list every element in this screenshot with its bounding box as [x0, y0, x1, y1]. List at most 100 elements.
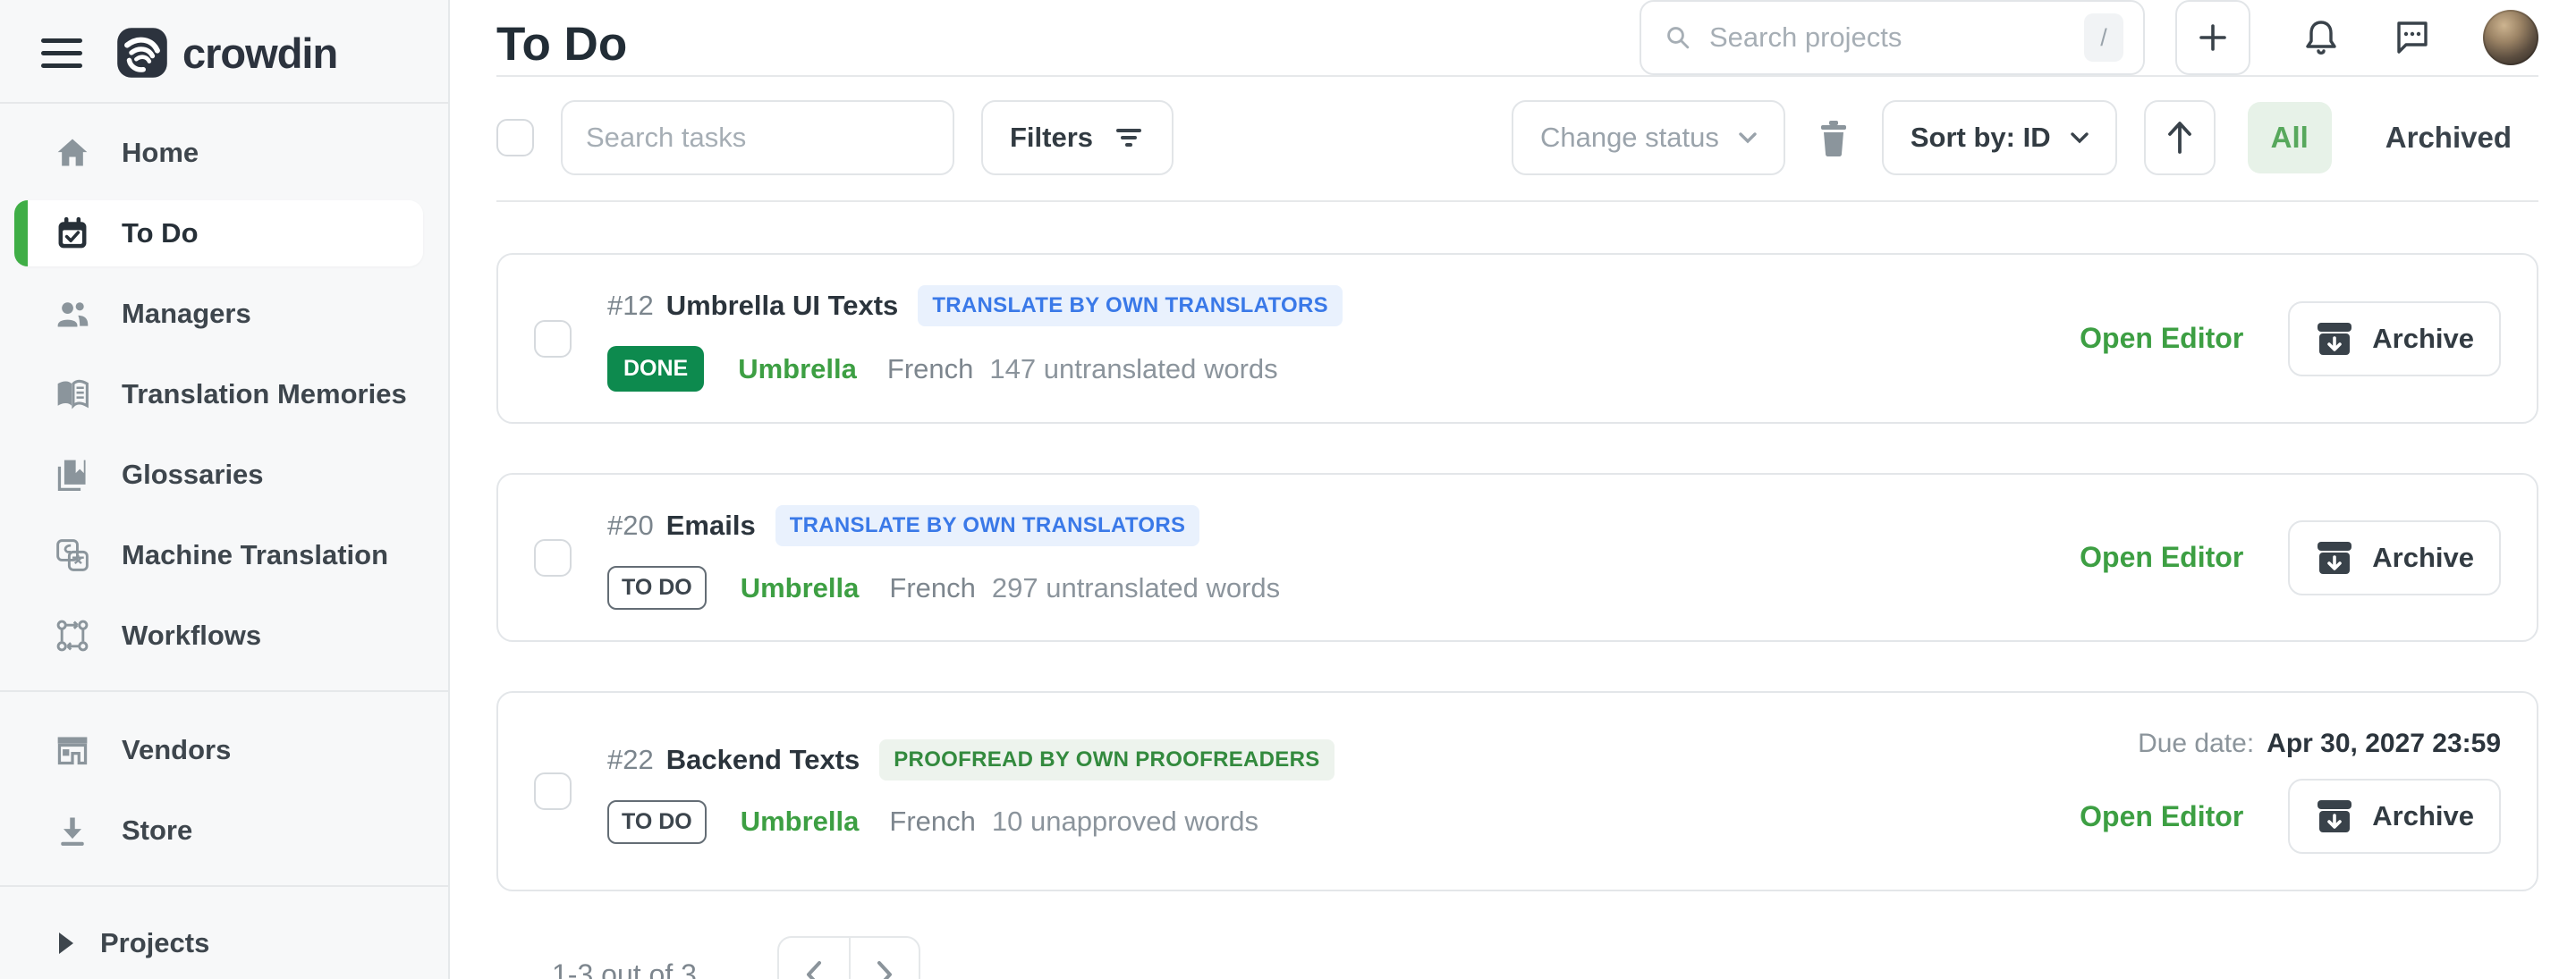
notifications-button[interactable]	[2301, 17, 2342, 58]
status-badge: TO DO	[607, 800, 707, 844]
next-page-button[interactable]	[849, 938, 919, 979]
managers-icon	[54, 295, 91, 333]
archive-label: Archive	[2372, 542, 2474, 574]
pagination: 1-3 out of 3	[496, 936, 2538, 979]
messages-button[interactable]	[2392, 17, 2433, 58]
task-id: #12	[607, 290, 654, 322]
open-editor-link[interactable]: Open Editor	[2080, 322, 2243, 355]
task-title[interactable]: Emails	[666, 510, 756, 542]
app-window: crowdin Home	[0, 0, 2576, 979]
sort-direction-button[interactable]	[2144, 100, 2216, 175]
translation-memories-icon	[54, 376, 91, 413]
project-link[interactable]: Umbrella	[738, 353, 857, 385]
select-all-checkbox[interactable]	[496, 119, 534, 156]
task-actions: Due date: Apr 30, 2027 23:59 Open Editor…	[2080, 729, 2501, 854]
sidebar-item-translation-memories[interactable]: Translation Memories	[14, 361, 423, 427]
sidebar-item-label: Workflows	[122, 620, 261, 652]
tab-archived[interactable]: Archived	[2385, 121, 2512, 155]
create-project-button[interactable]	[2175, 0, 2250, 75]
tasks-toolbar: Filters Change status Sort by: ID All Ar…	[496, 77, 2538, 202]
archive-button[interactable]: Archive	[2288, 520, 2501, 595]
sidebar-item-label: Store	[122, 814, 192, 847]
due-date-value: Apr 30, 2027 23:59	[2267, 729, 2501, 759]
search-projects-input[interactable]	[1709, 21, 2066, 54]
tab-all[interactable]: All	[2248, 102, 2332, 173]
sort-by-dropdown[interactable]: Sort by: ID	[1882, 100, 2117, 175]
vendors-icon	[54, 731, 91, 769]
select-task-checkbox[interactable]	[534, 772, 572, 810]
task-actions: Open Editor Archive	[2080, 301, 2501, 376]
crowdin-logo[interactable]: crowdin	[116, 27, 337, 79]
sidebar-item-managers[interactable]: Managers	[14, 281, 423, 347]
task-language: French	[889, 572, 975, 604]
open-editor-link[interactable]: Open Editor	[2080, 800, 2243, 833]
previous-page-button[interactable]	[779, 938, 849, 979]
arrow-up-icon	[2163, 119, 2197, 156]
sidebar-header: crowdin	[0, 0, 448, 102]
todo-calendar-icon	[54, 215, 91, 252]
delete-tasks-button[interactable]	[1816, 118, 1852, 157]
task-id: #22	[607, 744, 654, 776]
archive-button[interactable]: Archive	[2288, 301, 2501, 376]
sidebar-item-todo[interactable]: To Do	[14, 200, 423, 266]
chevron-right-icon	[874, 959, 895, 979]
task-card: #12 Umbrella UI Texts TRANSLATE BY OWN T…	[496, 253, 2538, 424]
change-status-dropdown[interactable]: Change status	[1512, 100, 1785, 175]
archive-icon	[2315, 319, 2354, 359]
glossaries-icon	[54, 456, 91, 494]
filters-label: Filters	[1010, 122, 1093, 154]
sidebar-item-label: Machine Translation	[122, 539, 388, 571]
chat-icon	[2392, 17, 2433, 58]
task-language: French	[887, 353, 973, 385]
sidebar-divider	[0, 690, 448, 692]
select-task-checkbox[interactable]	[534, 539, 572, 577]
sidebar-nav: Home To Do	[0, 104, 448, 975]
header-actions: /	[1640, 0, 2538, 75]
search-shortcut-hint: /	[2084, 13, 2123, 62]
task-title[interactable]: Umbrella UI Texts	[666, 290, 899, 322]
task-title[interactable]: Backend Texts	[666, 744, 860, 776]
sidebar-item-home[interactable]: Home	[14, 120, 423, 186]
select-task-checkbox[interactable]	[534, 320, 572, 358]
top-icon-cluster	[2301, 10, 2538, 65]
task-info: #20 Emails TRANSLATE BY OWN TRANSLATORS …	[607, 505, 2080, 610]
crowdin-logo-icon	[116, 27, 168, 79]
sidebar-item-machine-translation[interactable]: Machine Translation	[14, 522, 423, 588]
search-tasks-box[interactable]	[561, 100, 954, 175]
due-date-label: Due date:	[2138, 729, 2254, 759]
sidebar-item-glossaries[interactable]: Glossaries	[14, 442, 423, 508]
bell-icon	[2301, 17, 2342, 58]
open-editor-link[interactable]: Open Editor	[2080, 541, 2243, 574]
sidebar-item-vendors[interactable]: Vendors	[14, 717, 423, 783]
sidebar-item-store[interactable]: Store	[14, 798, 423, 864]
archive-label: Archive	[2372, 323, 2474, 355]
chevron-left-icon	[803, 959, 825, 979]
project-link[interactable]: Umbrella	[741, 572, 860, 604]
chevron-down-icon	[2071, 131, 2089, 144]
search-icon	[1665, 21, 1691, 54]
sidebar-item-label: Vendors	[122, 734, 231, 766]
sidebar-item-projects[interactable]: Projects	[14, 912, 423, 975]
hamburger-menu-icon[interactable]	[41, 38, 82, 68]
task-actions: Open Editor Archive	[2080, 520, 2501, 595]
status-badge: DONE	[607, 346, 704, 392]
sidebar-item-label: Managers	[122, 298, 251, 330]
user-avatar[interactable]	[2483, 10, 2538, 65]
search-tasks-input[interactable]	[586, 122, 929, 154]
task-word-count: 147 untranslated words	[989, 353, 1277, 385]
main-content: To Do /	[450, 0, 2576, 979]
archive-button[interactable]: Archive	[2288, 779, 2501, 854]
due-date: Due date: Apr 30, 2027 23:59	[2138, 729, 2501, 759]
machine-translation-icon	[54, 536, 91, 574]
plus-icon	[2195, 20, 2231, 55]
store-icon	[54, 812, 91, 849]
sidebar-item-label: Translation Memories	[122, 378, 407, 410]
status-badge: TO DO	[607, 566, 707, 610]
sidebar-divider	[0, 885, 448, 887]
sidebar-item-label: Projects	[100, 927, 209, 959]
project-link[interactable]: Umbrella	[741, 806, 860, 838]
sidebar-item-workflows[interactable]: Workflows	[14, 603, 423, 669]
search-projects-box[interactable]: /	[1640, 0, 2145, 75]
change-status-label: Change status	[1540, 122, 1719, 154]
filters-button[interactable]: Filters	[981, 100, 1174, 175]
